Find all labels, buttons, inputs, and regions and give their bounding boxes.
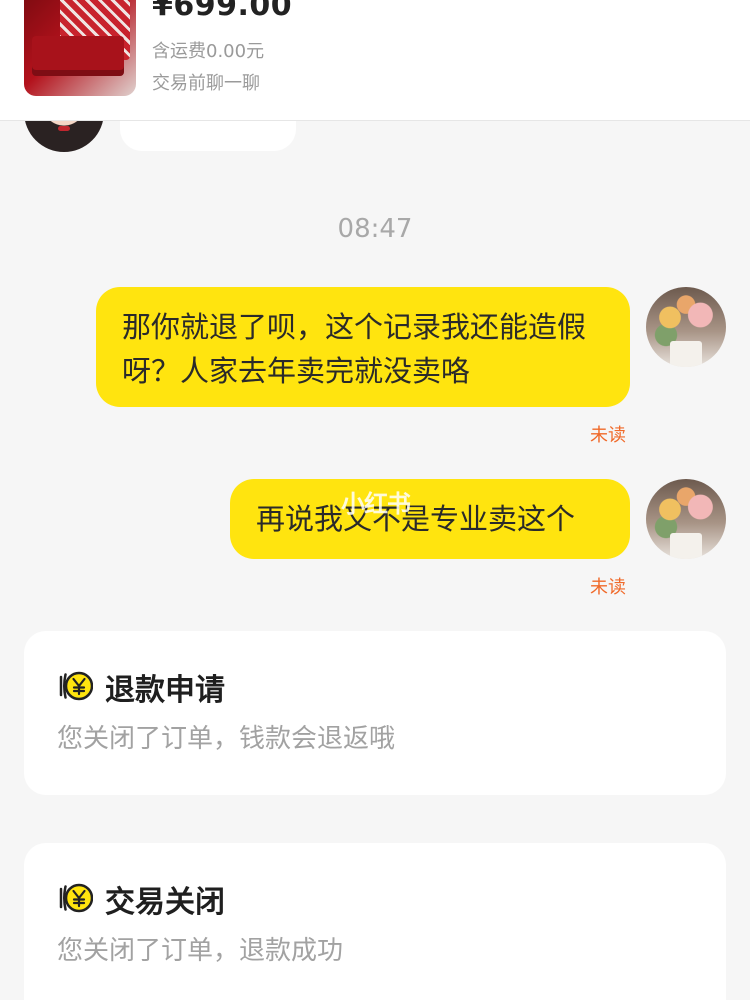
avatar-face-detail	[58, 126, 70, 131]
product-price: ¥699.00	[152, 0, 293, 23]
card-title: 交易关闭	[105, 885, 225, 920]
unread-status: 未读	[590, 577, 626, 598]
shipping-fee: 含运费0.00元	[152, 41, 265, 62]
product-thumbnail[interactable]	[24, 0, 136, 96]
card-title: 退款申请	[105, 673, 225, 708]
chat-before-trade-label: 交易前聊一聊	[152, 73, 260, 94]
product-header[interactable]: ¥699.00 含运费0.00元 交易前聊一聊	[0, 0, 750, 121]
flower-vase-graphic	[670, 341, 702, 367]
outgoing-message-bubble[interactable]: 那你就退了呗，这个记录我还能造假呀？人家去年卖完就没卖咯	[96, 287, 630, 407]
yen-coin-icon	[59, 883, 93, 913]
refund-request-card[interactable]: 退款申请 您关闭了订单，钱款会退返哦	[24, 631, 726, 795]
seller-avatar[interactable]	[646, 479, 726, 559]
gift-box-base-graphic	[32, 36, 124, 76]
seller-avatar[interactable]	[646, 287, 726, 367]
yen-coin-icon	[59, 671, 93, 701]
unread-status: 未读	[590, 425, 626, 446]
outgoing-message-bubble[interactable]: 再说我又不是专业卖这个	[230, 479, 630, 559]
trade-closed-card[interactable]: 交易关闭 您关闭了订单，退款成功	[24, 843, 726, 1000]
message-timestamp: 08:47	[337, 214, 413, 244]
flower-vase-graphic	[670, 533, 702, 559]
card-description: 您关闭了订单，钱款会退返哦	[57, 724, 396, 754]
card-description: 您关闭了订单，退款成功	[57, 936, 344, 966]
